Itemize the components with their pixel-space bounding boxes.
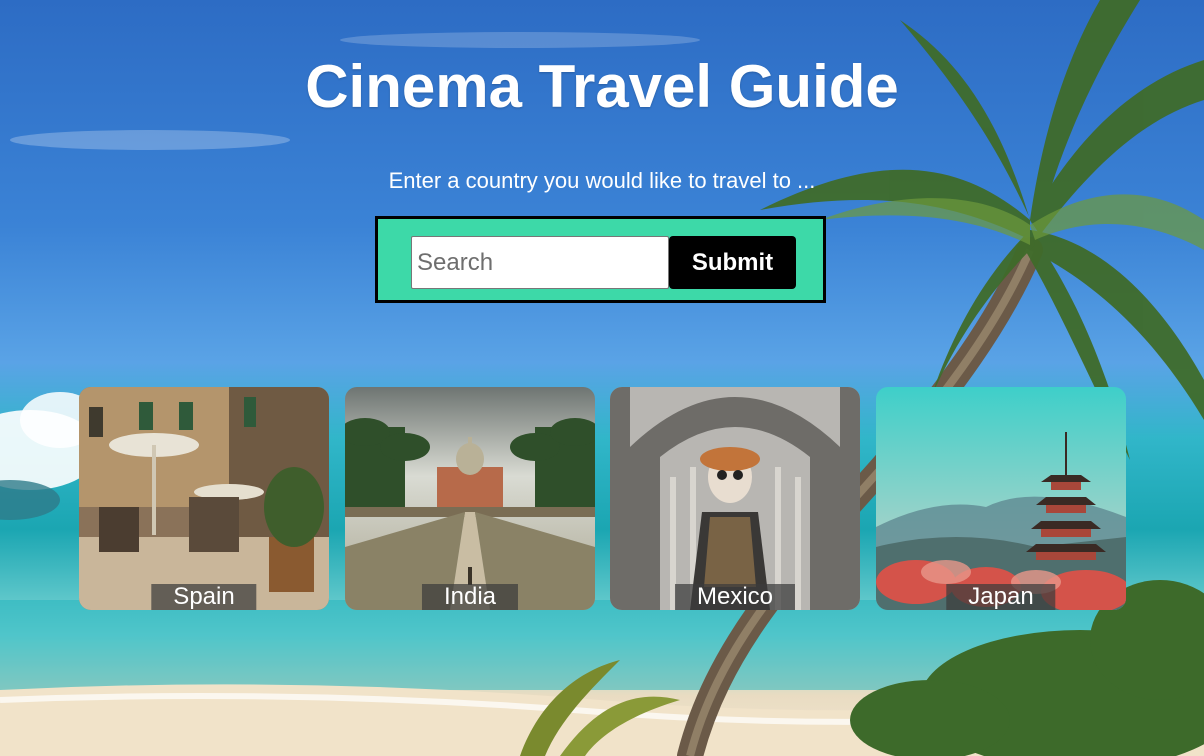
day-of-the-dead-cathedral-photo	[610, 387, 860, 610]
card-label-spain: Spain	[151, 584, 257, 610]
destination-card-india[interactable]: India	[345, 387, 595, 610]
pagoda-mountain-photo	[876, 387, 1126, 610]
card-label-mexico: Mexico	[674, 584, 796, 610]
street-cafe-photo	[79, 387, 329, 610]
destination-card-mexico[interactable]: Mexico	[610, 387, 860, 610]
search-input[interactable]	[411, 236, 669, 289]
palace-avenue-photo	[345, 387, 595, 610]
search-panel: Submit	[375, 216, 826, 303]
travel-guide-page: Cinema Travel Guide Enter a country you …	[0, 0, 1204, 756]
page-title: Cinema Travel Guide	[305, 53, 899, 120]
submit-button[interactable]: Submit	[669, 236, 796, 289]
card-label-japan: Japan	[946, 584, 1056, 610]
search-prompt-text: Enter a country you would like to travel…	[388, 168, 816, 193]
card-label-india: India	[421, 584, 519, 610]
destination-card-japan[interactable]: Japan	[876, 387, 1126, 610]
destination-card-spain[interactable]: Spain	[79, 387, 329, 610]
